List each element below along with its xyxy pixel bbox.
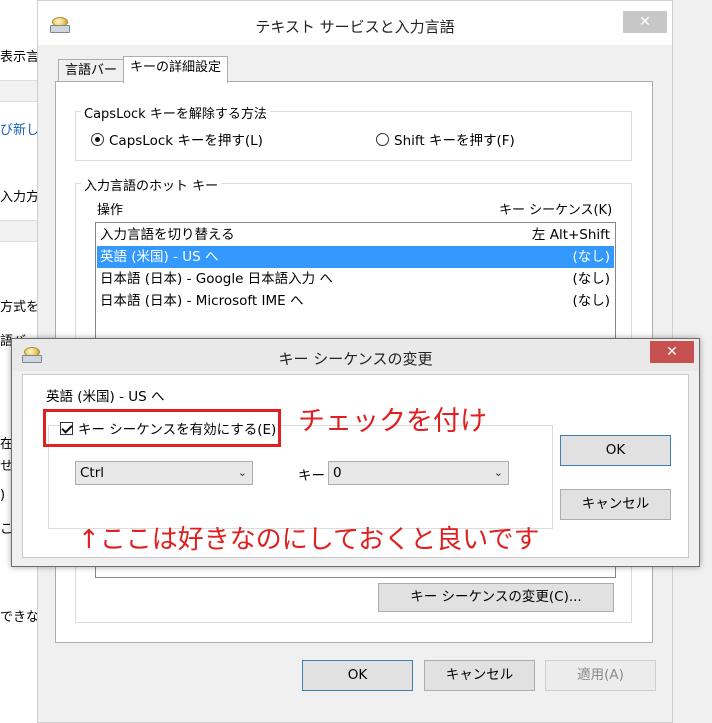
bg-text: ) [0,488,6,503]
radio-capslock[interactable]: CapsLock キーを押す(L) [91,129,263,149]
change-key-sequence-button[interactable]: キー シーケンスの変更(C)... [378,583,614,612]
tab-advanced-key-settings[interactable]: キーの詳細設定 [123,56,229,83]
chevron-down-icon: ⌄ [237,466,247,479]
apply-button[interactable]: 適用(A) [545,660,656,691]
sub-title-bar: キー シーケンスの変更 ✕ [12,339,699,371]
modifier-select-value: Ctrl [80,465,105,481]
annotation-check-note: チェックを付け [298,406,487,437]
list-item-action: 日本語 (日本) - Microsoft IME へ [100,293,304,309]
key-select[interactable]: 0 ⌄ [328,461,509,485]
bg-text: 方式を記 [0,300,40,315]
list-item-sequence: 左 Alt+Shift [531,227,610,243]
chevron-down-icon: ⌄ [493,466,503,479]
key-sequence-dialog: キー シーケンスの変更 ✕ 英語 (米国) - US へ キー シーケンスを有効… [11,338,700,567]
key-label: キー [298,468,325,484]
sub-ok-button[interactable]: OK [560,435,671,466]
list-item-sequence: (なし) [572,249,610,265]
bg-text: 入力方 [0,190,40,205]
list-item-sequence: (なし) [572,293,610,309]
highlight-box [43,409,281,447]
radio-selected-icon [91,132,104,146]
ok-button[interactable]: OK [302,660,413,691]
list-item-action: 日本語 (日本) - Google 日本語入力 へ [100,271,333,287]
list-item[interactable]: 入力言語を切り替える 左 Alt+Shift [97,224,614,246]
language-label: 英語 (米国) - US へ [46,389,165,405]
bg-link[interactable]: び新し [0,119,39,138]
capslock-group-title: CapsLock キーを解除する方法 [81,103,270,122]
sub-cancel-button[interactable]: キャンセル [560,489,671,520]
column-header-sequence: キー シーケンス(K) [499,203,613,218]
list-item[interactable]: 日本語 (日本) - Microsoft IME へ (なし) [97,290,614,312]
key-select-value: 0 [333,465,342,481]
title-bar: テキスト サービスと入力言語 ✕ [38,1,672,45]
annotation-bottom-note: ↑ここは好きなのにしておくと良いです [78,525,540,555]
modifier-select[interactable]: Ctrl ⌄ [75,461,253,485]
list-item-sequence: (なし) [572,271,610,287]
radio-capslock-label: CapsLock キーを押す(L) [109,133,263,149]
close-icon[interactable]: ✕ [623,11,667,33]
radio-unselected-icon [376,132,389,146]
close-icon[interactable]: ✕ [650,341,694,363]
bg-divider [0,80,39,102]
radio-shift-label: Shift キーを押す(F) [394,133,515,149]
tab-language-bar[interactable]: 言語バー [58,59,125,83]
bg-text: できな [0,610,40,625]
hotkey-group-title: 入力言語のホット キー [81,175,222,194]
cancel-button[interactable]: キャンセル [424,660,535,691]
list-item-selected[interactable]: 英語 (米国) - US へ (なし) [97,246,614,268]
sub-dialog-title: キー シーケンスの変更 [278,350,433,368]
column-header-action: 操作 [97,203,124,218]
bg-text: 表示言 [0,50,40,65]
radio-shift[interactable]: Shift キーを押す(F) [376,129,515,149]
dialog-title: テキスト サービスと入力言語 [255,18,455,36]
list-item-action: 英語 (米国) - US へ [100,249,219,265]
bg-divider [0,220,39,242]
sub-dialog-body: 英語 (米国) - US へ キー シーケンスを有効にする(E) Ctrl ⌄ … [22,374,689,558]
list-item[interactable]: 日本語 (日本) - Google 日本語入力 へ (なし) [97,268,614,290]
list-item-action: 入力言語を切り替える [100,227,235,243]
